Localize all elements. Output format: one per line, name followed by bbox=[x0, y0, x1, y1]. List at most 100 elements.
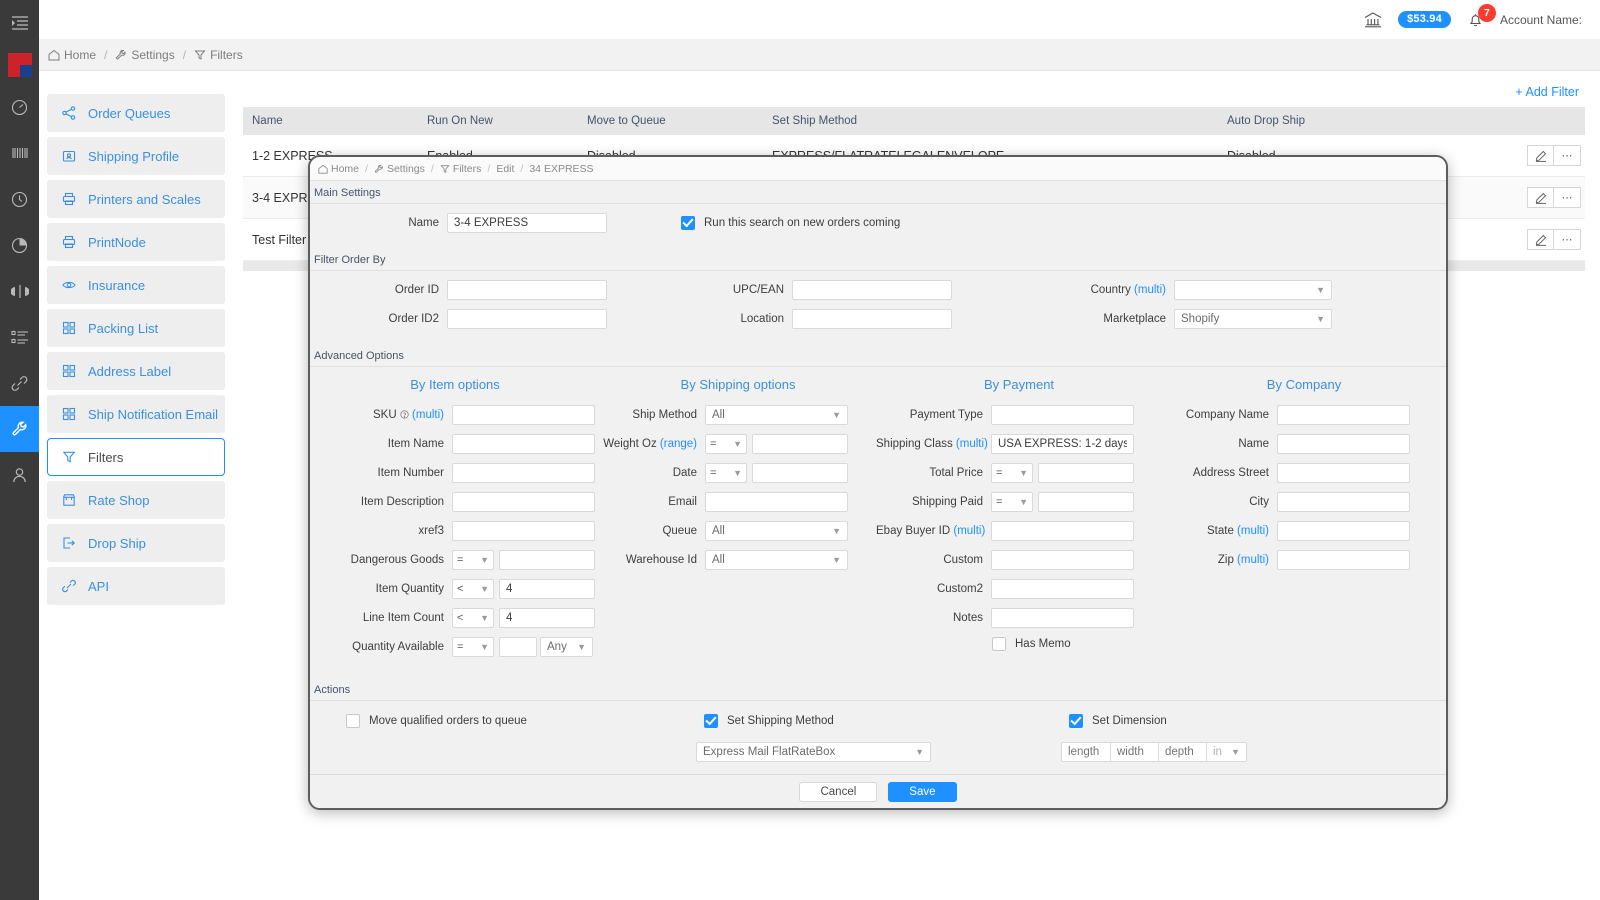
sidebar-item-drop-ship[interactable]: Drop Ship bbox=[47, 524, 225, 562]
has-memo-checkbox[interactable] bbox=[992, 637, 1006, 651]
modal-breadcrumb-item-edit[interactable]: Edit bbox=[496, 163, 514, 175]
sidebar-item-order-queues[interactable]: Order Queues bbox=[47, 94, 225, 132]
set-shipping-method-checkbox[interactable] bbox=[704, 714, 718, 728]
run-on-new-checkbox[interactable] bbox=[681, 216, 695, 230]
sidebar-item-shipping-profile[interactable]: Shipping Profile bbox=[47, 137, 225, 175]
sidebar-item-printers-and-scales[interactable]: Printers and Scales bbox=[47, 180, 225, 218]
line-item-count-input[interactable] bbox=[499, 608, 595, 628]
item-description-input[interactable] bbox=[452, 492, 595, 512]
sidebar-item-ship-notification-email[interactable]: Ship Notification Email bbox=[47, 395, 225, 433]
sidebar-item-api[interactable]: API bbox=[47, 567, 225, 605]
move-qualified-checkbox[interactable] bbox=[346, 714, 360, 728]
shipping-method-select[interactable]: Express Mail FlatRateBox ▼ bbox=[696, 742, 931, 762]
clock-icon[interactable] bbox=[0, 176, 39, 222]
balance-badge[interactable]: $53.94 bbox=[1398, 11, 1451, 28]
link-icon[interactable] bbox=[0, 360, 39, 406]
app-logo[interactable] bbox=[0, 46, 39, 84]
breadcrumb-item-home[interactable]: Home bbox=[48, 48, 96, 62]
more-options-icon[interactable]: ⋯ bbox=[1554, 187, 1581, 208]
marketplace-select[interactable]: Shopify ▼ bbox=[1174, 309, 1332, 329]
custom-input[interactable] bbox=[991, 550, 1134, 570]
quantity-available-operator-select[interactable]: =▼ bbox=[452, 637, 494, 657]
weight-oz-operator-select[interactable]: =▼ bbox=[705, 434, 747, 454]
shipping-paid-operator-select[interactable]: =▼ bbox=[991, 492, 1033, 512]
breadcrumb-item-filters[interactable]: Filters bbox=[194, 48, 243, 62]
sku-input[interactable] bbox=[452, 405, 595, 425]
company-name-input[interactable] bbox=[1277, 405, 1410, 425]
dangerous-goods-input[interactable] bbox=[499, 550, 595, 570]
shipping-paid-input[interactable] bbox=[1038, 492, 1134, 512]
notes-input[interactable] bbox=[991, 608, 1134, 628]
date-input[interactable] bbox=[752, 463, 848, 483]
dim-width-input[interactable] bbox=[1111, 742, 1159, 762]
set-dimension-row[interactable]: Set Dimension bbox=[1069, 714, 1247, 728]
location-input[interactable] bbox=[792, 309, 952, 329]
cancel-button[interactable]: Cancel bbox=[799, 782, 877, 802]
sidebar-item-packing-list[interactable]: Packing List bbox=[47, 309, 225, 347]
notification-bell[interactable]: 7 bbox=[1467, 11, 1484, 28]
order-id2-input[interactable] bbox=[447, 309, 607, 329]
modal-breadcrumb-item-settings[interactable]: Settings bbox=[374, 163, 425, 175]
scan-icon[interactable] bbox=[0, 268, 39, 314]
list-icon[interactable] bbox=[0, 314, 39, 360]
sidebar-item-filters[interactable]: Filters bbox=[47, 438, 225, 476]
city-input[interactable] bbox=[1277, 492, 1410, 512]
zip-input[interactable] bbox=[1277, 550, 1410, 570]
item-quantity-input[interactable] bbox=[499, 579, 595, 599]
quantity-available-input[interactable] bbox=[499, 637, 537, 657]
quantity-available-unit-select[interactable]: Any▼ bbox=[540, 637, 593, 657]
sidebar-item-rate-shop[interactable]: Rate Shop bbox=[47, 481, 225, 519]
payment-type-input[interactable] bbox=[991, 405, 1134, 425]
menu-collapse-icon[interactable] bbox=[0, 0, 39, 46]
line-item-count-operator-select[interactable]: <▼ bbox=[452, 608, 494, 628]
has-memo-row[interactable]: Has Memo bbox=[992, 637, 1162, 651]
warehouse-id-select[interactable]: All▼ bbox=[705, 550, 848, 570]
edit-icon[interactable] bbox=[1527, 145, 1554, 166]
sidebar-item-address-label[interactable]: Address Label bbox=[47, 352, 225, 390]
modal-breadcrumb-item-filters[interactable]: Filters bbox=[440, 163, 482, 175]
user-icon[interactable] bbox=[0, 452, 39, 498]
country-select[interactable]: ▼ bbox=[1174, 280, 1332, 300]
total-price-input[interactable] bbox=[1038, 463, 1134, 483]
edit-icon[interactable] bbox=[1527, 187, 1554, 208]
sidebar-item-printnode[interactable]: PrintNode bbox=[47, 223, 225, 261]
ebay-buyer-id-input[interactable] bbox=[991, 521, 1134, 541]
help-icon[interactable] bbox=[400, 410, 409, 422]
barcode-icon[interactable] bbox=[0, 130, 39, 176]
save-button[interactable]: Save bbox=[888, 782, 956, 802]
order-id-input[interactable] bbox=[447, 280, 607, 300]
item-name-input[interactable] bbox=[452, 434, 595, 454]
name-input[interactable] bbox=[1277, 434, 1410, 454]
more-options-icon[interactable]: ⋯ bbox=[1554, 229, 1581, 250]
item-number-input[interactable] bbox=[452, 463, 595, 483]
date-operator-select[interactable]: =▼ bbox=[705, 463, 747, 483]
name-input[interactable] bbox=[447, 213, 607, 233]
dim-length-input[interactable] bbox=[1061, 742, 1111, 762]
bank-icon[interactable] bbox=[1364, 12, 1382, 28]
state-input[interactable] bbox=[1277, 521, 1410, 541]
dim-depth-input[interactable] bbox=[1159, 742, 1207, 762]
dim-unit-select[interactable]: in ▼ bbox=[1207, 742, 1247, 762]
item-quantity-operator-select[interactable]: <▼ bbox=[452, 579, 494, 599]
modal-breadcrumb-item-34-express[interactable]: 34 EXPRESS bbox=[529, 163, 593, 175]
shipping-class-input[interactable] bbox=[991, 434, 1134, 454]
pie-chart-icon[interactable] bbox=[0, 222, 39, 268]
add-filter-button[interactable]: + Add Filter bbox=[243, 85, 1585, 99]
set-shipping-method-row[interactable]: Set Shipping Method bbox=[704, 714, 1069, 728]
address-street-input[interactable] bbox=[1277, 463, 1410, 483]
ship-method-select[interactable]: All▼ bbox=[705, 405, 848, 425]
breadcrumb-item-settings[interactable]: Settings bbox=[115, 48, 174, 62]
more-options-icon[interactable]: ⋯ bbox=[1554, 145, 1581, 166]
modal-breadcrumb-item-home[interactable]: Home bbox=[318, 163, 359, 175]
set-dimension-checkbox[interactable] bbox=[1069, 714, 1083, 728]
queue-select[interactable]: All▼ bbox=[705, 521, 848, 541]
total-price-operator-select[interactable]: =▼ bbox=[991, 463, 1033, 483]
xref3-input[interactable] bbox=[452, 521, 595, 541]
email-input[interactable] bbox=[705, 492, 848, 512]
run-on-new-row[interactable]: Run this search on new orders coming bbox=[681, 216, 900, 230]
sidebar-item-insurance[interactable]: Insurance bbox=[47, 266, 225, 304]
wrench-icon[interactable] bbox=[0, 406, 39, 452]
custom2-input[interactable] bbox=[991, 579, 1134, 599]
move-qualified-row[interactable]: Move qualified orders to queue bbox=[346, 714, 704, 728]
upc-input[interactable] bbox=[792, 280, 952, 300]
